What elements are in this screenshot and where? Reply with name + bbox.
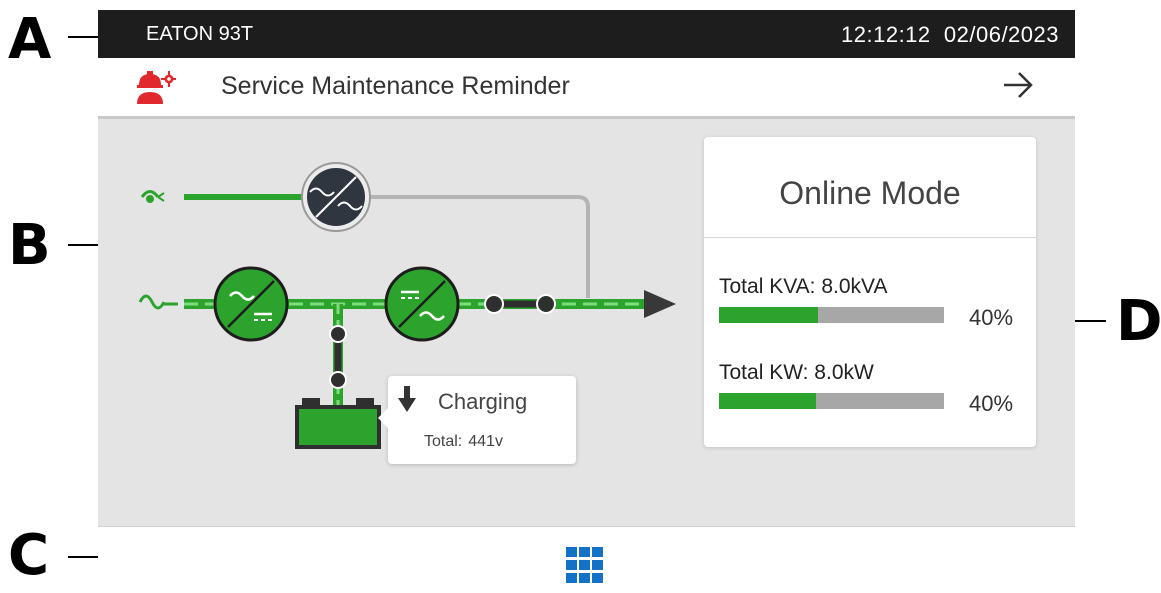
battery-status-popup: Charging Total: 441v — [378, 376, 576, 464]
charging-status: Charging — [438, 389, 528, 414]
arrow-right-icon[interactable] — [1001, 68, 1035, 102]
kw-load-fill — [719, 393, 816, 409]
battery-voltage-value: 441v — [468, 433, 503, 450]
service-technician-icon — [137, 71, 176, 104]
arrow-down-icon — [398, 386, 416, 412]
callout-d-label: D — [1116, 289, 1161, 354]
notification-text: Service Maintenance Reminder — [221, 72, 570, 100]
kva-label: Total KVA: 8.0kVA — [719, 275, 888, 298]
battery-voltage: Total: 441v — [424, 433, 503, 451]
static-switch-icon — [301, 162, 371, 232]
operating-mode: Online Mode — [779, 175, 961, 211]
app-grid-icon[interactable] — [566, 547, 604, 583]
callout-a-label: A — [8, 7, 52, 72]
output-breaker-icon — [484, 294, 556, 314]
bottom-nav-bar — [98, 526, 1075, 593]
device-model: EATON 93T — [146, 23, 254, 45]
battery-voltage-label: Total: — [424, 433, 463, 450]
kw-load-bar — [719, 393, 944, 409]
output-arrow-icon — [644, 290, 676, 318]
kw-percent: 40% — [969, 391, 1014, 416]
bypass-source-icon — [140, 190, 165, 203]
date: 02/06/2023 — [943, 22, 1059, 47]
card-divider — [704, 237, 1036, 238]
kva-metric: Total KVA: 8.0kVA 40% — [719, 275, 1029, 335]
clock: 12:12:12 02/06/2023 — [841, 22, 1059, 48]
callout-c-label: C — [8, 523, 50, 588]
battery-icon — [295, 398, 381, 449]
ups-display: EATON 93T 12:12:12 02/06/2023 Service Ma… — [98, 10, 1075, 593]
kva-load-bar — [719, 307, 944, 323]
callout-b-label: B — [8, 213, 51, 278]
status-bar: EATON 93T 12:12:12 02/06/2023 — [98, 10, 1075, 58]
kw-metric: Total KW: 8.0kW 40% — [719, 361, 1029, 421]
inverter-icon — [384, 266, 460, 342]
battery-breaker-icon — [329, 325, 347, 389]
status-card: Online Mode Total KVA: 8.0kVA 40% Total … — [704, 137, 1036, 447]
kw-label: Total KW: 8.0kW — [719, 361, 874, 384]
time: 12:12:12 — [841, 22, 931, 47]
kva-percent: 40% — [969, 305, 1014, 330]
popup-pointer — [378, 408, 388, 428]
rectifier-icon — [213, 266, 289, 342]
kva-load-fill — [719, 307, 818, 323]
notification-banner[interactable]: Service Maintenance Reminder — [98, 58, 1075, 119]
ac-input-icon — [138, 294, 178, 310]
